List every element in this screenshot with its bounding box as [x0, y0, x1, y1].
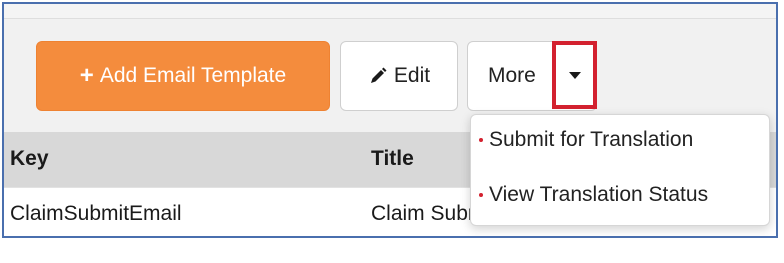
bullet-icon — [479, 193, 483, 197]
top-strip — [4, 4, 776, 19]
menu-item-label: Submit for Translation — [489, 128, 694, 151]
menu-item-view-translation-status[interactable]: View Translation Status — [479, 183, 708, 207]
plus-icon: + — [79, 62, 94, 89]
edit-button[interactable]: Edit — [340, 41, 458, 111]
add-email-template-button[interactable]: + Add Email Template — [36, 41, 330, 111]
more-dropdown-toggle[interactable] — [552, 41, 597, 109]
column-header-key[interactable]: Key — [10, 147, 49, 171]
cell-key: ClaimSubmitEmail — [10, 202, 182, 225]
more-label: More — [488, 64, 536, 87]
caret-down-icon — [568, 71, 581, 79]
column-header-title[interactable]: Title — [371, 147, 414, 171]
pencil-icon — [368, 66, 394, 86]
bullet-icon — [479, 138, 483, 142]
edit-label: Edit — [393, 64, 431, 87]
app-frame: + Add Email Template Edit More Key Title… — [2, 2, 778, 238]
menu-item-label: View Translation Status — [489, 183, 709, 206]
menu-item-submit-for-translation[interactable]: Submit for Translation — [479, 128, 693, 152]
page-background — [0, 240, 784, 263]
more-dropdown-menu: Submit for Translation View Translation … — [470, 114, 770, 226]
add-email-template-label: Add Email Template — [99, 64, 287, 87]
